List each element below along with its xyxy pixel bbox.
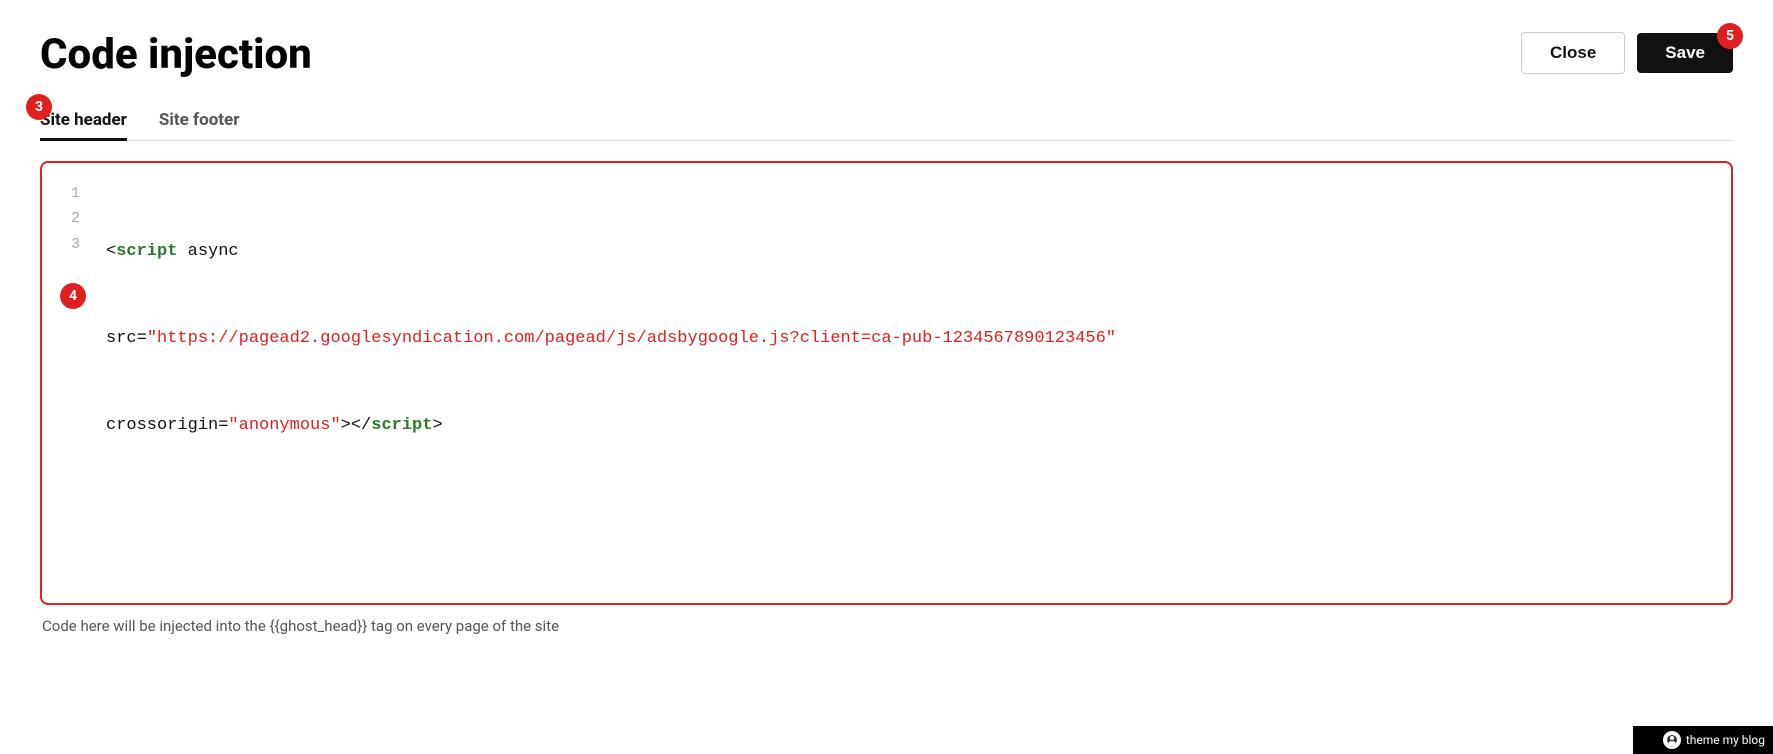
tab-site-header[interactable]: 3 Site header — [40, 102, 127, 141]
close-button[interactable]: Close — [1521, 32, 1625, 74]
footer-note: Code here will be injected into the {{gh… — [40, 617, 1733, 635]
page-title: Code injection — [40, 32, 312, 78]
line-numbers: 1 2 3 — [42, 163, 92, 603]
bracket-open: < — [106, 242, 116, 261]
tab-badge: 3 — [26, 94, 52, 120]
tabs-row: 3 Site header Site footer — [40, 102, 1733, 141]
code-line-2: src="https://pagead2.googlesyndication.c… — [106, 325, 1713, 354]
line-num-1: 1 — [60, 181, 80, 207]
line-num-3: 3 — [60, 232, 80, 258]
tag-script: script — [116, 242, 177, 261]
logo-icon — [1663, 731, 1681, 749]
save-badge: 5 — [1717, 23, 1743, 49]
bottom-branding-bar: theme my blog — [1633, 726, 1773, 754]
branding-logo: theme my blog — [1663, 731, 1765, 749]
header-buttons: Close Save 5 — [1521, 32, 1733, 74]
editor-badge: 4 — [60, 283, 86, 309]
code-line-3: crossorigin="anonymous"></script> — [106, 412, 1713, 441]
code-content[interactable]: <script async src="https://pagead2.googl… — [92, 163, 1731, 603]
code-editor[interactable]: 1 2 3 <script async src="https://pagead2… — [40, 161, 1733, 605]
tab-site-footer[interactable]: Site footer — [159, 102, 240, 141]
branding-label: theme my blog — [1686, 733, 1765, 747]
code-line-1: <script async — [106, 238, 1713, 267]
line-num-2: 2 — [60, 206, 80, 232]
